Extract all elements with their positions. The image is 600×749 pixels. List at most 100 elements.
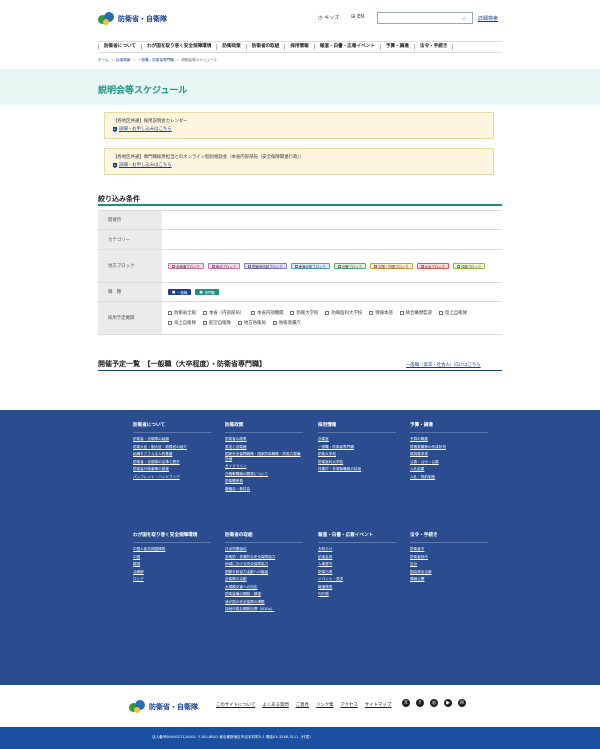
footer-link[interactable]: 防衛装備の開発・調達 bbox=[225, 592, 303, 597]
footer-link[interactable]: 防衛省行政事業の推進 bbox=[133, 467, 211, 472]
footer-link[interactable]: 公表・公示・公募 bbox=[410, 460, 488, 465]
footer-link[interactable]: 北朝鮮 bbox=[133, 570, 211, 575]
schedule-alt-link[interactable]: 一般職（高卒・社会人）向けはこちら bbox=[406, 362, 481, 368]
org-checkbox[interactable]: 統合幕僚監部 bbox=[399, 310, 432, 316]
footer-link[interactable]: 告示 bbox=[410, 562, 488, 567]
footer-link[interactable]: 財務書類等の作成状況 bbox=[410, 445, 488, 450]
gnav-item[interactable]: 採用情報 bbox=[284, 44, 313, 50]
org-checkbox[interactable]: 情報本部 bbox=[369, 310, 393, 316]
gnav-item[interactable]: 防衛省について bbox=[98, 44, 141, 50]
footer-link[interactable]: イベント・見学 bbox=[318, 577, 396, 582]
footer-link[interactable]: 地域における安全保障協力 bbox=[225, 562, 303, 567]
gnav-item[interactable]: 報道・白書・広報イベント bbox=[313, 44, 380, 50]
footer-link[interactable]: 情報公開 bbox=[410, 577, 488, 582]
block-chip[interactable]: 中国・四国ブロック bbox=[370, 263, 413, 269]
footer-link[interactable]: 国会提出法案 bbox=[410, 570, 488, 575]
footer-bottom-link[interactable]: よくある質問 bbox=[262, 702, 288, 708]
footer-link[interactable]: 大規模災害への対応 bbox=[225, 585, 303, 590]
footer-link[interactable]: 防衛大学校 bbox=[318, 452, 396, 457]
footer-link[interactable]: ガイドライン bbox=[225, 464, 303, 469]
search-icon[interactable]: ⌕ bbox=[463, 15, 466, 23]
footer-link[interactable]: 防衛省令 bbox=[410, 547, 488, 552]
footer-link[interactable]: 防衛関係費 bbox=[225, 479, 303, 484]
footer-bottom-link[interactable]: このサイトについて bbox=[216, 702, 255, 708]
footer-link[interactable]: 防衛省の政策 bbox=[225, 437, 303, 442]
footer-link[interactable]: 持続可能な開発目標（SDGs） bbox=[225, 607, 303, 612]
footer-link[interactable]: 任期付・非常勤職員の採用 bbox=[318, 467, 396, 472]
footer-bottom-link[interactable]: リンク集 bbox=[316, 702, 334, 708]
footer-logo[interactable]: 防衛省・自衛隊 bbox=[129, 700, 198, 713]
footer-link[interactable]: 防衛省・自衛隊の組織 bbox=[133, 437, 211, 442]
gnav-item[interactable]: わが国を取り巻く安全保障環境 bbox=[141, 44, 216, 50]
footer-link[interactable]: お知らせ bbox=[318, 547, 396, 552]
footer-link[interactable]: 記者会見 bbox=[318, 555, 396, 560]
mail-icon[interactable]: ✉ bbox=[458, 699, 466, 707]
footer-link[interactable]: 防衛医科大学校 bbox=[318, 460, 396, 465]
gnav-item[interactable]: 防衛政策 bbox=[216, 44, 245, 50]
footer-link[interactable]: 一般職・防衛省専門職 bbox=[318, 445, 396, 450]
gnav-item[interactable]: 防衛省の取組 bbox=[245, 44, 285, 50]
youtube-icon[interactable]: ▶ bbox=[444, 699, 452, 707]
footer-column-heading[interactable]: 予算・調達 bbox=[410, 423, 488, 433]
breadcrumb-link[interactable]: 一般職・防衛省専門職 bbox=[138, 58, 174, 63]
footer-link[interactable]: 人事発令 bbox=[318, 562, 396, 567]
breadcrumb-link[interactable]: ホーム bbox=[98, 58, 109, 63]
footer-column-heading[interactable]: 法令・手続き bbox=[410, 533, 488, 543]
footer-link[interactable]: 防衛省・自衛隊の沿革と歴史 bbox=[133, 460, 211, 465]
footer-link[interactable]: 防衛大臣・副大臣・政務官の紹介 bbox=[133, 445, 211, 450]
footer-column-heading[interactable]: 防衛省の取組 bbox=[225, 533, 303, 543]
footer-link[interactable]: 組織をささえる人的基盤 bbox=[133, 452, 211, 457]
footer-link[interactable]: 国家安全保障戦略・国家防衛戦略・防衛力整備計画 bbox=[225, 452, 303, 461]
org-checkbox[interactable]: 陸上自衛隊 bbox=[439, 310, 467, 316]
month-value[interactable] bbox=[162, 211, 502, 229]
gnav-item[interactable]: 予算・調達 bbox=[379, 44, 414, 50]
footer-link[interactable]: 入札・契約制度 bbox=[410, 475, 488, 480]
footer-link[interactable]: 概算要求書 bbox=[410, 452, 488, 457]
footer-column-heading[interactable]: わが国を取り巻く安全保障環境 bbox=[133, 533, 211, 543]
type-chip[interactable]: ■ 専門職 bbox=[195, 289, 219, 295]
org-checkbox[interactable]: 航空自衛隊 bbox=[202, 320, 231, 326]
footer-link[interactable]: 報道発表 bbox=[318, 585, 396, 590]
footer-link[interactable]: 刊行物 bbox=[318, 592, 396, 597]
footer-link[interactable]: 審議会・検討会 bbox=[225, 487, 303, 492]
type-chip[interactable]: ■ 一般職 bbox=[168, 289, 192, 295]
block-chip[interactable]: 関東甲信越ブロック bbox=[244, 263, 287, 269]
block-chip[interactable]: 北海道ブロック bbox=[168, 263, 204, 269]
footer-link[interactable]: 次期戦闘機の開発について bbox=[225, 472, 303, 477]
footer-bottom-link[interactable]: サイトマップ bbox=[365, 702, 391, 708]
footer-link[interactable]: ロシア bbox=[133, 577, 211, 582]
advanced-search-link[interactable]: 詳細検索 bbox=[478, 15, 498, 22]
footer-link[interactable]: 防衛白書 bbox=[318, 570, 396, 575]
footer-link[interactable]: 自衛隊の活動 bbox=[225, 577, 303, 582]
footer-link[interactable]: 多角的・多層的な安全保障協力 bbox=[225, 555, 303, 560]
footer-link[interactable]: 入札結果 bbox=[410, 467, 488, 472]
block-chip[interactable]: 九州ブロック bbox=[416, 263, 449, 269]
block-chip[interactable]: 近畿ブロック bbox=[333, 263, 367, 269]
block-chip[interactable]: 沖縄ブロック bbox=[452, 263, 486, 269]
org-checkbox[interactable]: 防衛医科大学校 bbox=[325, 310, 362, 316]
org-checkbox[interactable]: 地方防衛局 bbox=[237, 320, 266, 326]
org-checkbox[interactable]: 本省内部機関 bbox=[251, 310, 283, 316]
english-link[interactable]: ⊞ EN bbox=[351, 14, 364, 20]
org-checkbox[interactable]: 海上自衛隊 bbox=[168, 320, 196, 326]
facebook-icon[interactable]: f bbox=[416, 699, 424, 707]
block-chip[interactable]: 東北ブロック bbox=[207, 263, 241, 269]
footer-bottom-link[interactable]: アクセス bbox=[341, 702, 358, 708]
org-checkbox[interactable]: 防衛大学校 bbox=[290, 310, 318, 316]
footer-link[interactable]: 自衛官 bbox=[318, 437, 396, 442]
footer-link[interactable]: 防衛省訓令 bbox=[410, 555, 488, 560]
footer-bottom-link[interactable]: ご意見 bbox=[296, 702, 309, 708]
footer-link[interactable]: 中国人民共和国情勢 bbox=[133, 547, 211, 552]
gnav-item[interactable]: 法令・手続き bbox=[413, 44, 454, 50]
instagram-icon[interactable]: ◎ bbox=[430, 699, 438, 707]
x-icon[interactable]: X bbox=[402, 699, 410, 707]
footer-column-heading[interactable]: 採用情報 bbox=[318, 423, 396, 433]
footer-link[interactable]: 憲法と自衛権 bbox=[225, 445, 303, 450]
kids-link[interactable]: ◷ キッズ bbox=[318, 14, 339, 22]
category-value[interactable] bbox=[162, 230, 502, 249]
notice-link[interactable]: ▸ 詳細・お申し込みはこちら bbox=[113, 126, 172, 132]
footer-link[interactable]: パンフレット・ハンドブック bbox=[133, 475, 211, 480]
org-checkbox[interactable]: 本省（内部部局） bbox=[202, 310, 244, 316]
site-logo[interactable]: 防衛省・自衛隊 bbox=[98, 12, 167, 25]
org-checkbox[interactable]: 防衛装備庁 bbox=[272, 320, 301, 326]
